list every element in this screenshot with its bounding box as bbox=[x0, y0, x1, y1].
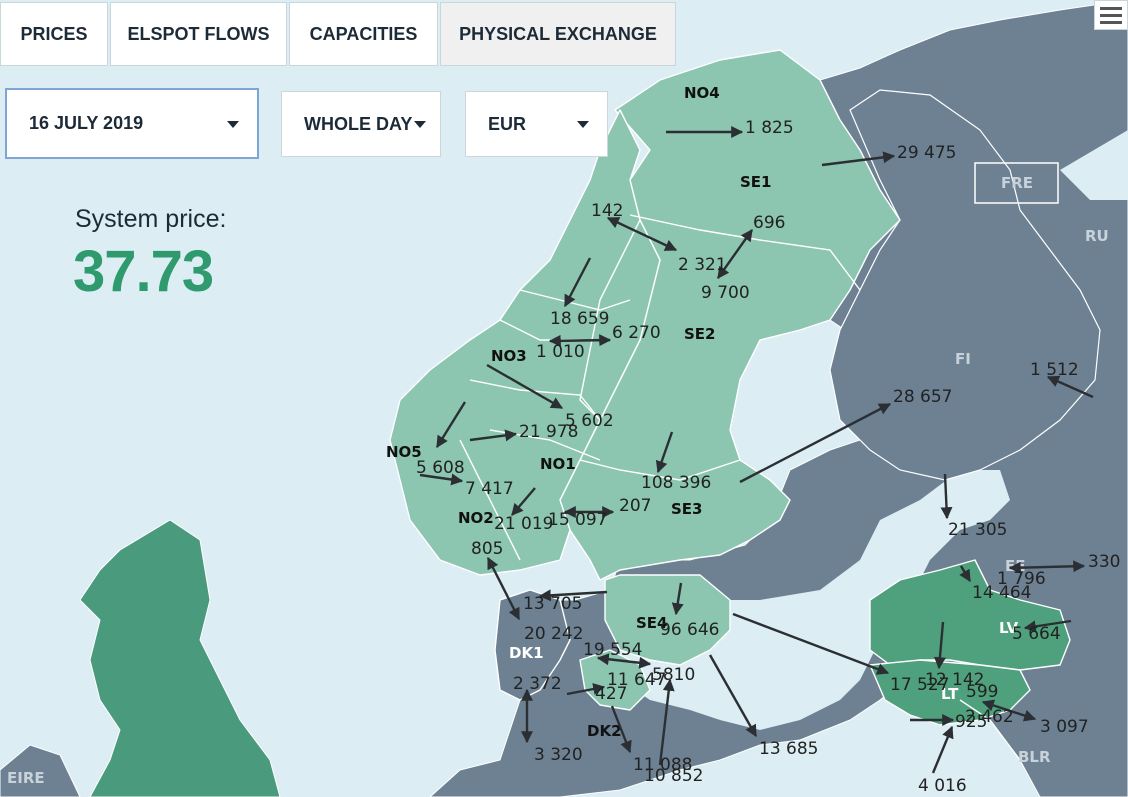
system-price-value: 37.73 bbox=[73, 239, 214, 304]
flow-label: 15 097 bbox=[548, 510, 607, 530]
area-no2: NO2 bbox=[458, 509, 494, 527]
flow-label: 6 270 bbox=[612, 323, 661, 343]
flow-label: 427 bbox=[595, 684, 627, 704]
chevron-down-icon bbox=[414, 121, 426, 128]
currency-value: EUR bbox=[488, 113, 527, 134]
flow-label: 2 372 bbox=[513, 674, 562, 694]
tab-prices[interactable]: PRICES bbox=[0, 2, 108, 66]
area-se3: SE3 bbox=[671, 500, 703, 518]
area-fi: FI bbox=[955, 350, 971, 368]
tab-elspot-flows[interactable]: ELSPOT FLOWS bbox=[110, 2, 287, 66]
flow-label: 1 825 bbox=[745, 118, 794, 138]
flow-label: 17 527 bbox=[890, 675, 949, 695]
area-se1: SE1 bbox=[740, 173, 772, 191]
flow-label: 7 417 bbox=[465, 479, 514, 499]
area-no1: NO1 bbox=[540, 455, 576, 473]
flow-label: 3 097 bbox=[1040, 717, 1089, 737]
menu-bar bbox=[1100, 20, 1122, 24]
flow-label: 9 700 bbox=[701, 283, 750, 303]
area-no4: NO4 bbox=[684, 84, 720, 102]
tab-physical-exchange[interactable]: PHYSICAL EXCHANGE bbox=[440, 2, 676, 66]
flow-label: 330 bbox=[1088, 552, 1120, 572]
area-blr: BLR bbox=[1018, 748, 1051, 766]
currency-select[interactable]: EUR bbox=[465, 91, 608, 157]
area-se2: SE2 bbox=[684, 325, 716, 343]
area-dk1: DK1 bbox=[509, 644, 544, 662]
flow-label: 21 978 bbox=[519, 422, 578, 442]
menu-bar bbox=[1100, 13, 1122, 17]
flow-label: 142 bbox=[591, 201, 623, 221]
flow-label: 28 657 bbox=[893, 387, 952, 407]
flow-label: 10 852 bbox=[644, 766, 703, 786]
flow-label: 13 685 bbox=[759, 739, 818, 759]
flow-label: 21 019 bbox=[494, 514, 553, 534]
flow-label: 18 659 bbox=[550, 309, 609, 329]
system-price-label: System price: bbox=[75, 205, 227, 233]
menu-bar bbox=[1100, 6, 1122, 10]
flow-label: 13 705 bbox=[523, 594, 582, 614]
area-dk2: DK2 bbox=[587, 722, 622, 740]
flow-label: 1 512 bbox=[1030, 360, 1079, 380]
flow-label: 599 bbox=[966, 682, 998, 702]
area-no3: NO3 bbox=[491, 347, 527, 365]
menu-icon[interactable] bbox=[1094, 0, 1128, 30]
flow-label: 4 016 bbox=[918, 776, 967, 796]
date-value: 16 JULY 2019 bbox=[29, 113, 144, 133]
period-select[interactable]: WHOLE DAY bbox=[281, 91, 441, 157]
flow-label: 5 608 bbox=[416, 458, 465, 478]
date-select[interactable]: 16 JULY 2019 bbox=[5, 88, 259, 159]
flow-label: 2 321 bbox=[678, 255, 727, 275]
flow-label: 3 320 bbox=[534, 745, 583, 765]
flow-label: 805 bbox=[471, 539, 503, 559]
flow-label: 5 664 bbox=[1012, 624, 1061, 644]
area-fre: FRE bbox=[1001, 174, 1033, 192]
chevron-down-icon bbox=[227, 120, 239, 128]
flow-label: 207 bbox=[619, 496, 651, 516]
flow-label: 925 bbox=[955, 712, 987, 732]
flow-label: 19 554 bbox=[583, 640, 642, 660]
area-ru: RU bbox=[1085, 227, 1109, 245]
flow-label: 14 464 bbox=[972, 583, 1031, 603]
view-tabs: PRICES ELSPOT FLOWS CAPACITIES PHYSICAL … bbox=[0, 2, 678, 66]
period-value: WHOLE DAY bbox=[304, 113, 413, 134]
chevron-down-icon bbox=[577, 121, 589, 128]
tab-capacities[interactable]: CAPACITIES bbox=[289, 2, 438, 66]
flow-label: 21 305 bbox=[948, 520, 1007, 540]
flow-label: 696 bbox=[753, 213, 785, 233]
flow-label: 108 396 bbox=[641, 473, 711, 493]
area-eire: EIRE bbox=[7, 769, 45, 787]
flow-label: 20 242 bbox=[524, 624, 583, 644]
flow-label: 29 475 bbox=[897, 143, 956, 163]
flow-label: 96 646 bbox=[660, 620, 719, 640]
great-britain bbox=[79, 519, 281, 797]
flow-label: 1 010 bbox=[536, 342, 585, 362]
